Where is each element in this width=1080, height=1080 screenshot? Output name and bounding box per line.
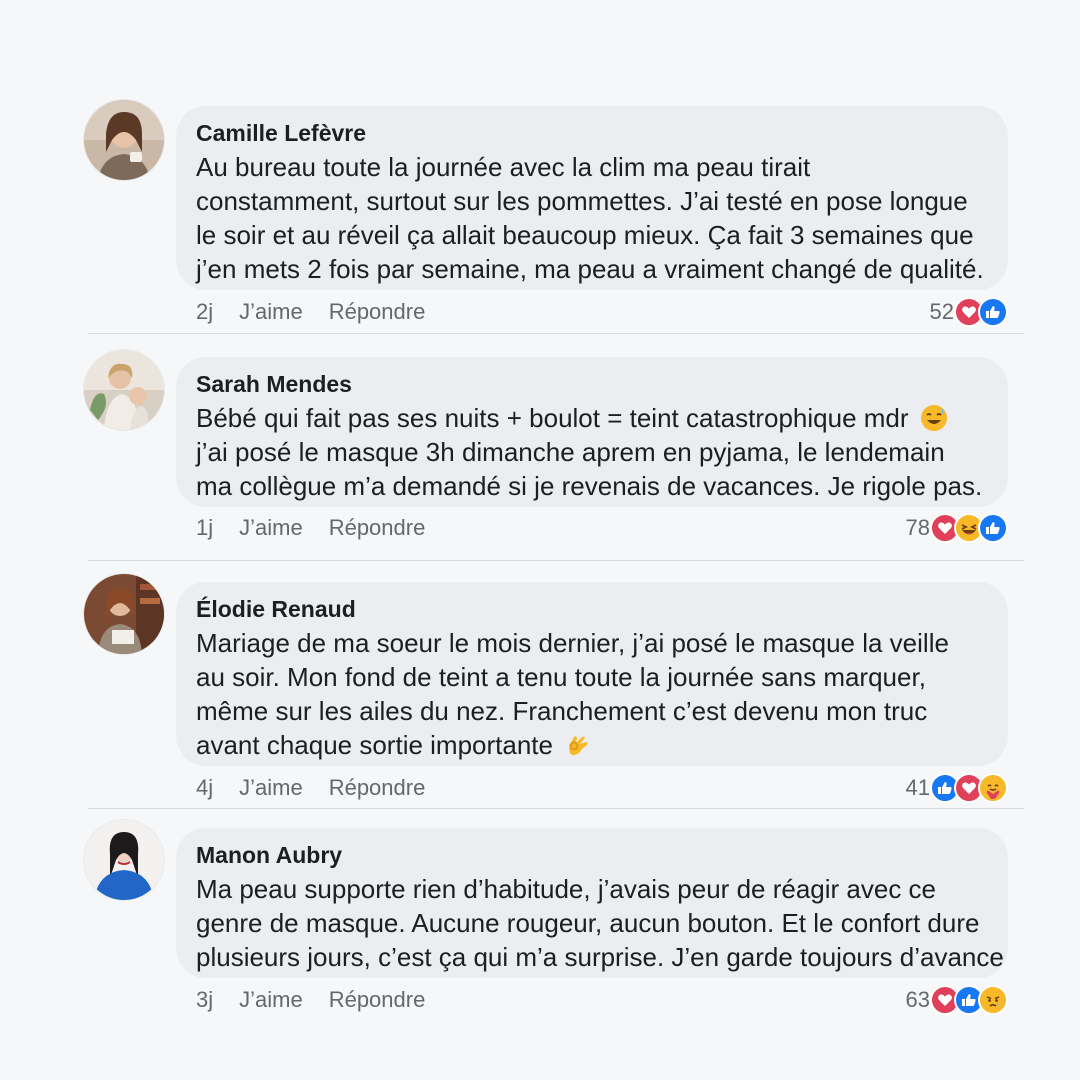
comment-actions: 4j J’aime Répondre: [196, 773, 451, 803]
comment-actions: 1j J’aime Répondre: [196, 513, 451, 543]
reaction-count: 78: [905, 515, 930, 540]
comment-bubble: Élodie Renaud Mariage de ma soeur le moi…: [176, 582, 1008, 766]
comment-text: Au bureau toute la journée avec la clim …: [196, 150, 986, 286]
comment-author[interactable]: Manon Aubry: [196, 842, 986, 868]
comment-line: ma collègue m’a demandé si je revenais d…: [196, 471, 983, 501]
timestamp[interactable]: 4j: [196, 775, 213, 801]
reply-button[interactable]: Répondre: [329, 515, 426, 541]
comment-line: au soir. Mon fond de teint a tenu toute …: [196, 662, 926, 692]
timestamp[interactable]: 1j: [196, 515, 213, 541]
ok-hand-emoji: [564, 731, 592, 759]
comment-line: Ma peau supporte rien d’habitude, j’avai…: [196, 874, 937, 904]
comment-line: plusieurs jours, c’est ça qui m’a surpri…: [196, 942, 1004, 972]
reaction-summary[interactable]: 63: [906, 985, 1008, 1015]
reply-button[interactable]: Répondre: [329, 299, 426, 325]
comment-bubble: Camille Lefèvre Au bureau toute la journ…: [176, 106, 1008, 290]
divider: [88, 808, 1024, 809]
comment-bubble: Manon Aubry Ma peau supporte rien d’habi…: [176, 828, 1008, 978]
comment-actions: 3j J’aime Répondre: [196, 985, 451, 1015]
comment-line: j’ai posé le masque 3h dimanche aprem en…: [196, 437, 945, 467]
like-button[interactable]: J’aime: [239, 299, 303, 325]
divider: [88, 560, 1024, 561]
comment-line: genre de masque. Aucune rougeur, aucun b…: [196, 908, 980, 938]
like-icon: [978, 297, 1008, 327]
comment-author[interactable]: Camille Lefèvre: [196, 120, 986, 146]
comment-line-text: Bébé qui fait pas ses nuits + boulot = t…: [196, 403, 909, 433]
comment-line: même sur les ailes du nez. Franchement c…: [196, 696, 928, 726]
comment-text: Ma peau supporte rien d’habitude, j’avai…: [196, 872, 1004, 974]
comment-line: avant chaque sortie importante: [196, 728, 986, 762]
avatar[interactable]: [84, 350, 164, 430]
reaction-count: 41: [905, 775, 930, 800]
comment-text: Mariage de ma soeur le mois dernier, j’a…: [196, 626, 986, 762]
comment-line: j’en mets 2 fois par semaine, ma peau a …: [196, 254, 984, 284]
reaction-count: 52: [929, 299, 954, 324]
like-icon: [978, 513, 1008, 543]
comment-author[interactable]: Élodie Renaud: [196, 596, 986, 622]
comment-line: Bébé qui fait pas ses nuits + boulot = t…: [196, 401, 986, 435]
avatar[interactable]: [84, 820, 164, 900]
avatar[interactable]: [84, 574, 164, 654]
reply-button[interactable]: Répondre: [329, 987, 426, 1013]
comment-bubble: Sarah Mendes Bébé qui fait pas ses nuits…: [176, 357, 1008, 507]
divider: [88, 333, 1024, 334]
like-button[interactable]: J’aime: [239, 987, 303, 1013]
comment-line: Mariage de ma soeur le mois dernier, j’a…: [196, 628, 949, 658]
comment-text: Bébé qui fait pas ses nuits + boulot = t…: [196, 401, 986, 503]
comment-line: le soir et au réveil ça allait beaucoup …: [196, 220, 974, 250]
comment-line-text: avant chaque sortie importante: [196, 730, 553, 760]
timestamp[interactable]: 2j: [196, 299, 213, 325]
reaction-summary[interactable]: 78: [906, 513, 1008, 543]
comment-author[interactable]: Sarah Mendes: [196, 371, 986, 397]
avatar[interactable]: [84, 100, 164, 180]
reaction-count: 63: [905, 987, 930, 1012]
sad-icon: [978, 985, 1008, 1015]
like-button[interactable]: J’aime: [239, 515, 303, 541]
comment-actions: 2j J’aime Répondre: [196, 297, 451, 327]
comment-line: Au bureau toute la journée avec la clim …: [196, 152, 811, 182]
comment-line: constamment, surtout sur les pommettes. …: [196, 186, 968, 216]
reaction-summary[interactable]: 41: [906, 773, 1008, 803]
like-button[interactable]: J’aime: [239, 775, 303, 801]
timestamp[interactable]: 3j: [196, 987, 213, 1013]
sweat-smile-emoji: [920, 404, 948, 432]
reaction-summary[interactable]: 52: [930, 297, 1008, 327]
care-icon: [978, 773, 1008, 803]
reply-button[interactable]: Répondre: [329, 775, 426, 801]
